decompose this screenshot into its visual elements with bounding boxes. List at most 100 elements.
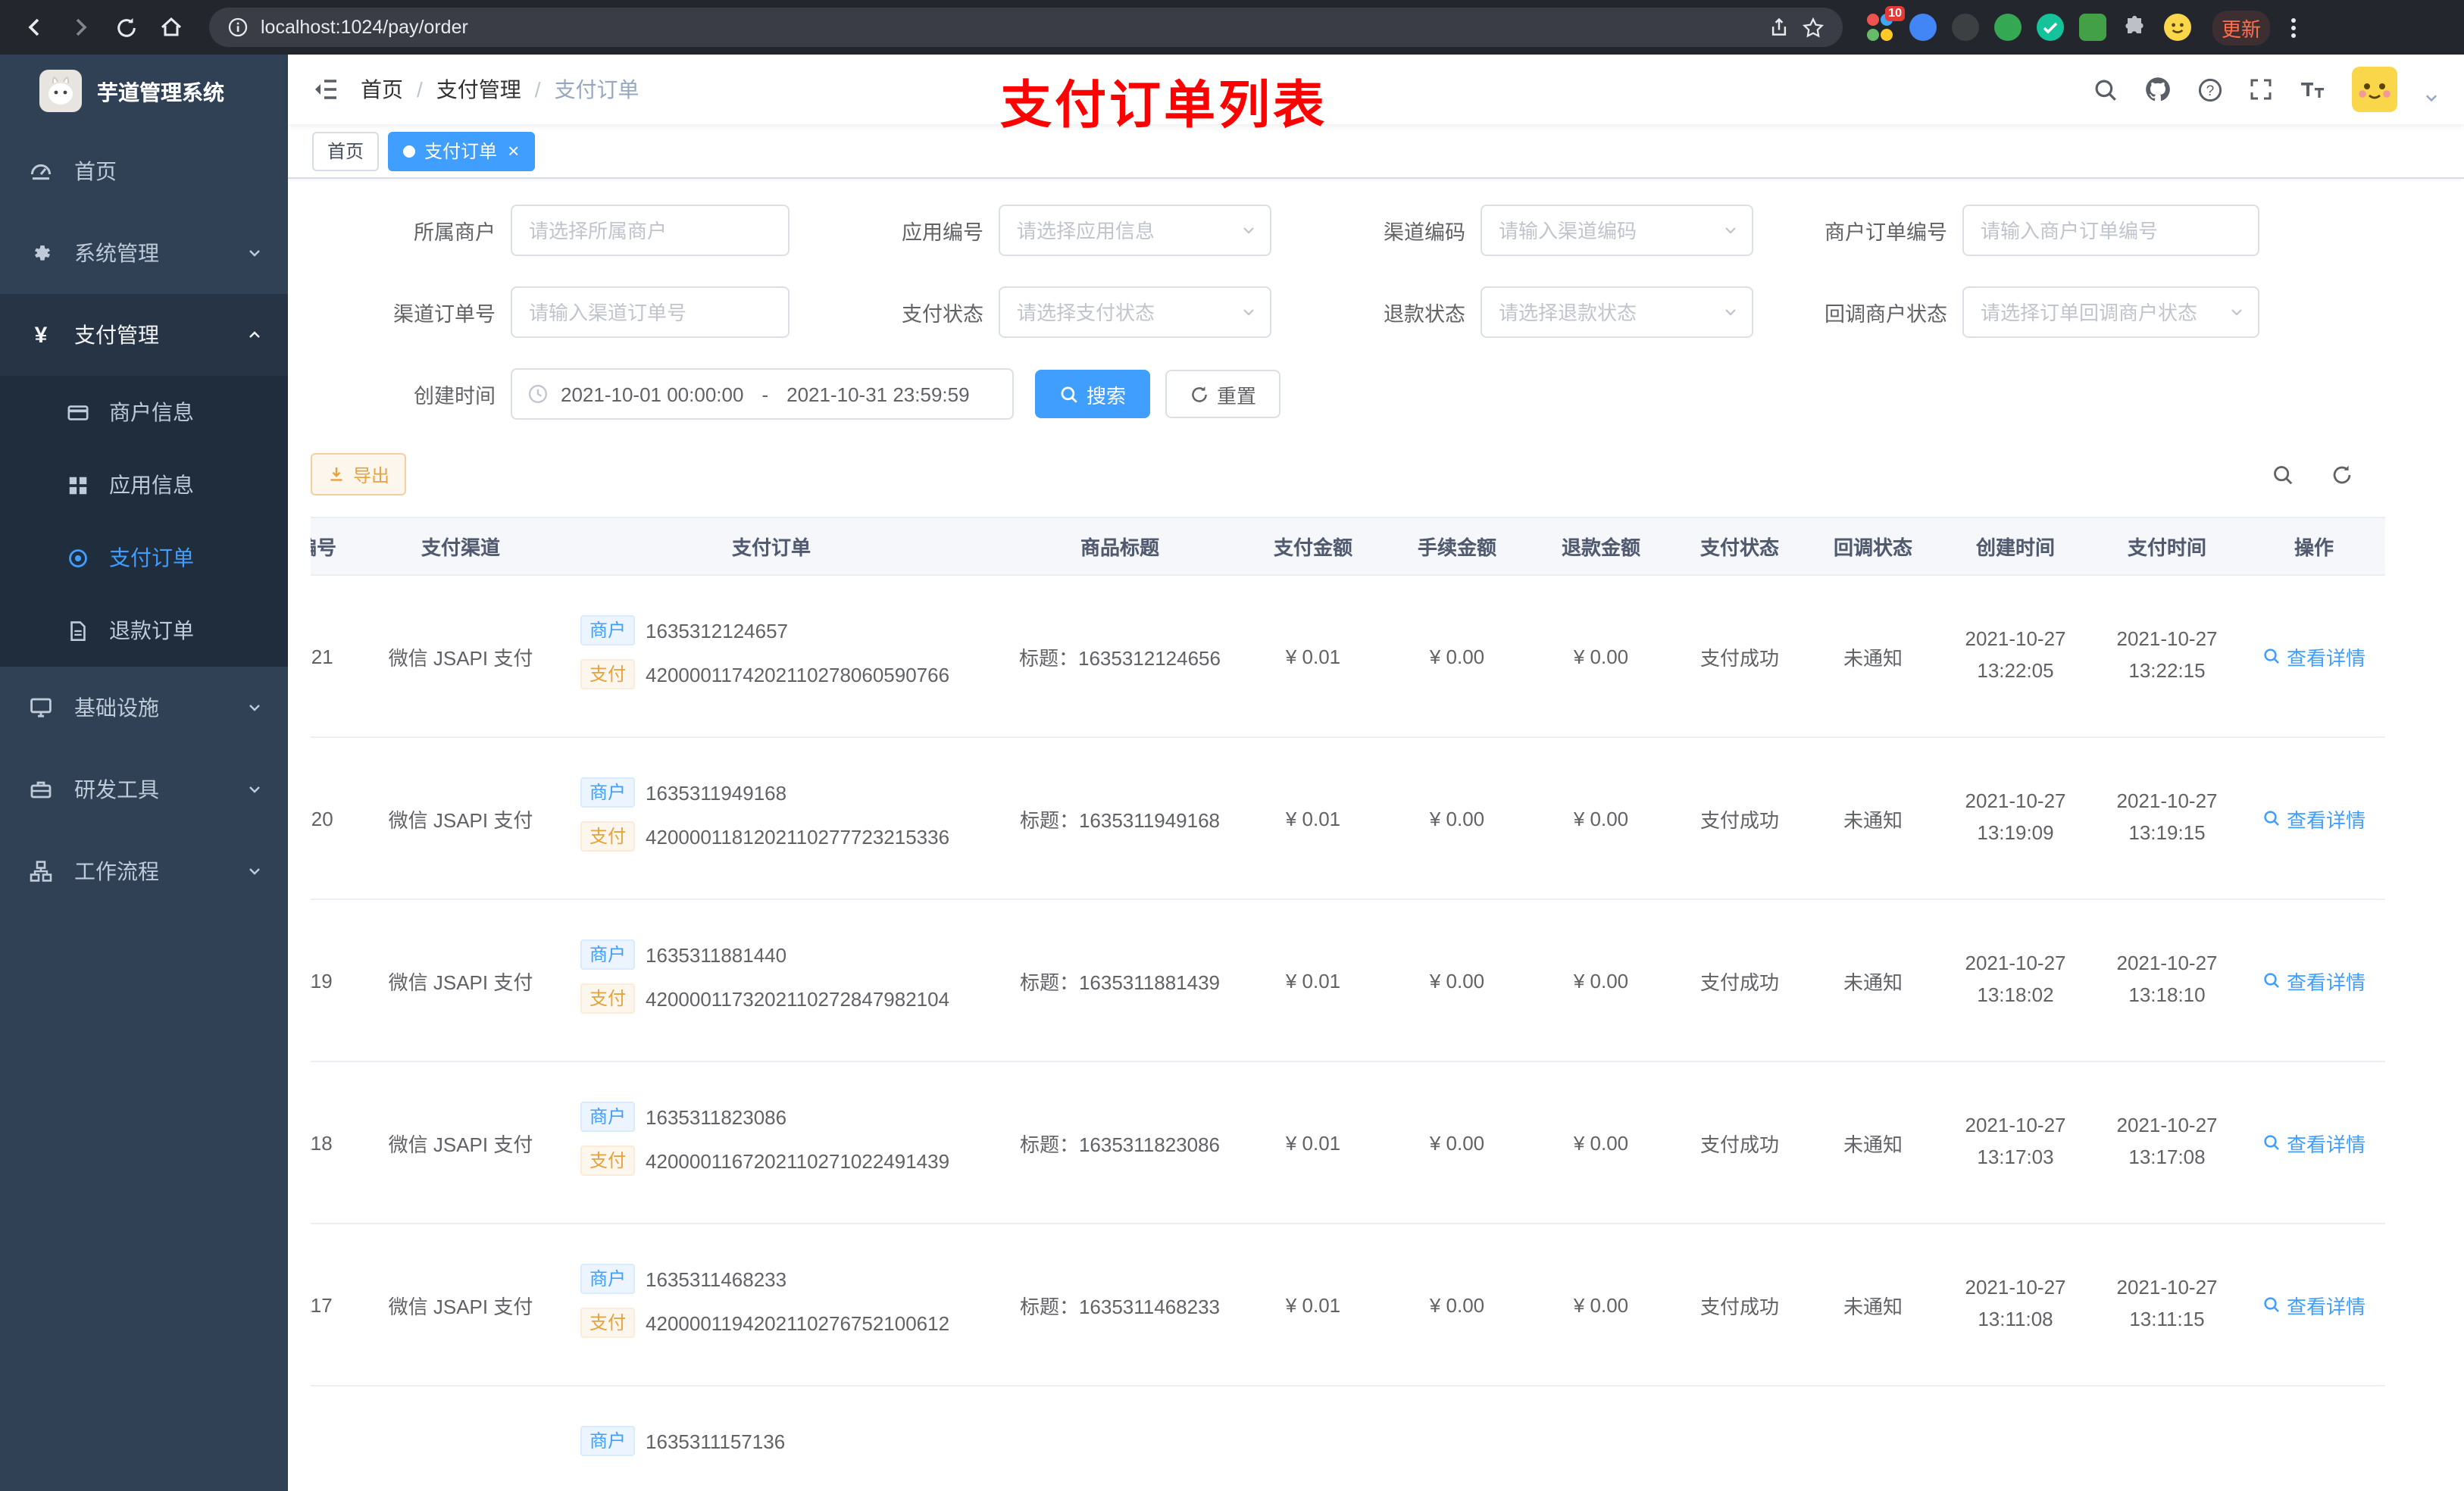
cell-pay-order: 商户 1635311468233 支付 4200001194202110276752… <box>544 1224 999 1386</box>
cell-actions: 查看详情 <box>2243 1224 2385 1386</box>
profile-emoji-icon[interactable] <box>2164 14 2191 41</box>
owner-merchant-input[interactable] <box>511 205 790 256</box>
pay-tag: 支付 <box>580 659 636 689</box>
tab-pay-order[interactable]: 支付订单 × <box>388 131 535 170</box>
refresh-table-icon[interactable] <box>2331 463 2353 486</box>
merchant-order-no-input-field[interactable] <box>1981 219 2241 242</box>
view-detail-link[interactable]: 查看详情 <box>2262 1290 2366 1319</box>
extension-check-icon[interactable] <box>2037 14 2064 41</box>
toggle-search-icon[interactable] <box>2272 463 2294 486</box>
dashboard-icon <box>27 159 55 183</box>
target-icon <box>64 546 91 569</box>
pay-tag: 支付 <box>580 983 636 1014</box>
cell-title: 标题：1635311468233 <box>999 1224 1241 1386</box>
filter-label: 渠道编码 <box>1384 221 1465 244</box>
channel-order-no-input[interactable] <box>511 286 790 338</box>
breadcrumb-separator: / <box>417 77 423 102</box>
chevron-down-icon <box>245 862 264 880</box>
sidebar-collapse-icon[interactable] <box>312 76 339 103</box>
filter-label: 商户订单编号 <box>1825 221 1947 244</box>
app-logo[interactable]: 芋道管理系统 <box>0 55 288 130</box>
notify-status-select-field[interactable] <box>1981 301 2241 324</box>
channel-code-select[interactable] <box>1481 205 1753 256</box>
channel-code-select-field[interactable] <box>1499 219 1735 242</box>
logo-avatar <box>39 69 82 116</box>
browser-home-button[interactable] <box>152 8 191 47</box>
share-icon[interactable] <box>1768 17 1790 38</box>
sidebar-item-home[interactable]: 首页 <box>0 130 288 212</box>
table-row: 118 微信 JSAPI 支付 商户1635311823086 支付420000… <box>311 1061 2385 1224</box>
extension-cluster-icon[interactable]: 10 <box>1867 6 1905 41</box>
app-no-select-field[interactable] <box>1017 219 1253 242</box>
browser-forward-button[interactable] <box>61 8 100 47</box>
view-detail-link[interactable]: 查看详情 <box>2262 642 2366 670</box>
cell-fee-amount: ¥ 0.00 <box>1385 575 1529 738</box>
sidebar-item-dev-tools[interactable]: 研发工具 <box>0 749 288 830</box>
pay-status-select[interactable] <box>999 286 1271 338</box>
sidebar-item-pay-management[interactable]: ¥ 支付管理 <box>0 294 288 376</box>
address-bar[interactable]: localhost:1024/pay/order <box>209 8 1843 47</box>
cell-create-time: 2021-10-27 13:17:03 <box>1940 1061 2091 1224</box>
view-detail-link[interactable]: 查看详情 <box>2262 1128 2366 1157</box>
filter-form: 所属商户 应用编号 渠道编码 <box>311 205 2441 338</box>
cell-pay-status: 支付成功 <box>1673 575 1806 738</box>
tab-home[interactable]: 首页 <box>312 131 380 170</box>
search-button[interactable]: 搜索 <box>1035 370 1151 418</box>
sidebar-item-pay-order[interactable]: 支付订单 <box>0 521 288 594</box>
col-notify-status: 回调状态 <box>1806 517 1940 576</box>
filter-field-refund-status: 退款状态 <box>1299 286 1753 338</box>
export-button[interactable]: 导出 <box>311 453 407 495</box>
sidebar-item-app-info[interactable]: 应用信息 <box>0 449 288 521</box>
browser-update-button[interactable]: 更新 <box>2212 10 2271 45</box>
help-icon[interactable]: ? <box>2197 77 2223 102</box>
extensions-puzzle-icon[interactable] <box>2122 14 2149 41</box>
avatar-caret-down-icon[interactable] <box>2423 89 2440 105</box>
filter-label: 渠道订单号 <box>393 303 496 326</box>
cell-pay-order: 商户 1635312124657 支付 4200001174202110278060… <box>544 575 999 738</box>
cell-notify-status: 未通知 <box>1806 575 1940 738</box>
breadcrumb-home[interactable]: 首页 <box>361 74 403 105</box>
close-tab-icon[interactable]: × <box>508 141 519 161</box>
extension-dark-icon[interactable] <box>1952 14 1979 41</box>
header-search-icon[interactable] <box>2093 77 2118 102</box>
channel-order-no-input-field[interactable] <box>529 301 771 324</box>
notify-status-select[interactable] <box>1962 286 2259 338</box>
browser-refresh-button[interactable] <box>106 8 145 47</box>
app-no-select[interactable] <box>999 205 1271 256</box>
sidebar-item-merchant-info[interactable]: 商户信息 <box>0 376 288 449</box>
extension-green-icon[interactable] <box>1994 14 2022 41</box>
refund-status-select[interactable] <box>1481 286 1753 338</box>
merchant-tag: 商户 <box>580 1426 636 1456</box>
create-time-range-picker[interactable]: 2021-10-01 00:00:00 - 2021-10-31 23:59:5… <box>511 368 1014 420</box>
sidebar-item-infrastructure[interactable]: 基础设施 <box>0 667 288 749</box>
sidebar-item-refund-order[interactable]: 退款订单 <box>0 594 288 667</box>
browser-back-button[interactable] <box>15 8 55 47</box>
sidebar-item-workflow[interactable]: 工作流程 <box>0 830 288 912</box>
bookmark-star-icon[interactable] <box>1802 16 1825 39</box>
cell-pay-amount: ¥ 0.01 <box>1241 899 1385 1062</box>
sidebar-item-system[interactable]: 系统管理 <box>0 212 288 294</box>
cell-channel: 微信 JSAPI 支付 <box>377 737 544 900</box>
pay-status-select-field[interactable] <box>1017 301 1253 324</box>
owner-merchant-input-field[interactable] <box>529 219 771 242</box>
cell-refund-amount: ¥ 0.00 <box>1529 575 1673 738</box>
cell-pay-amount: ¥ 0.01 <box>1241 575 1385 738</box>
breadcrumb-pay-management[interactable]: 支付管理 <box>436 74 521 105</box>
search-icon <box>2264 1297 2279 1312</box>
view-detail-link[interactable]: 查看详情 <box>2262 804 2366 833</box>
merchant-order-no-input[interactable] <box>1962 205 2259 256</box>
extension-drop-icon[interactable] <box>1909 14 1937 41</box>
reset-button[interactable]: 重置 <box>1165 370 1281 418</box>
view-detail-link[interactable]: 查看详情 <box>2262 966 2366 995</box>
logo-title: 芋道管理系统 <box>97 80 224 105</box>
browser-menu-icon[interactable] <box>2285 11 2302 43</box>
top-navbar: 首页 / 支付管理 / 支付订单 ? <box>288 55 2464 124</box>
user-avatar[interactable] <box>2352 67 2397 112</box>
font-size-icon[interactable] <box>2299 77 2326 102</box>
cell-pay-time: 2021-10-27 13:18:10 <box>2091 899 2243 1062</box>
refund-status-select-field[interactable] <box>1499 301 1735 324</box>
fullscreen-icon[interactable] <box>2249 77 2273 102</box>
github-icon[interactable] <box>2144 76 2172 103</box>
cell-id: 118 <box>311 1061 377 1224</box>
extension-chat-icon[interactable] <box>2079 14 2106 41</box>
